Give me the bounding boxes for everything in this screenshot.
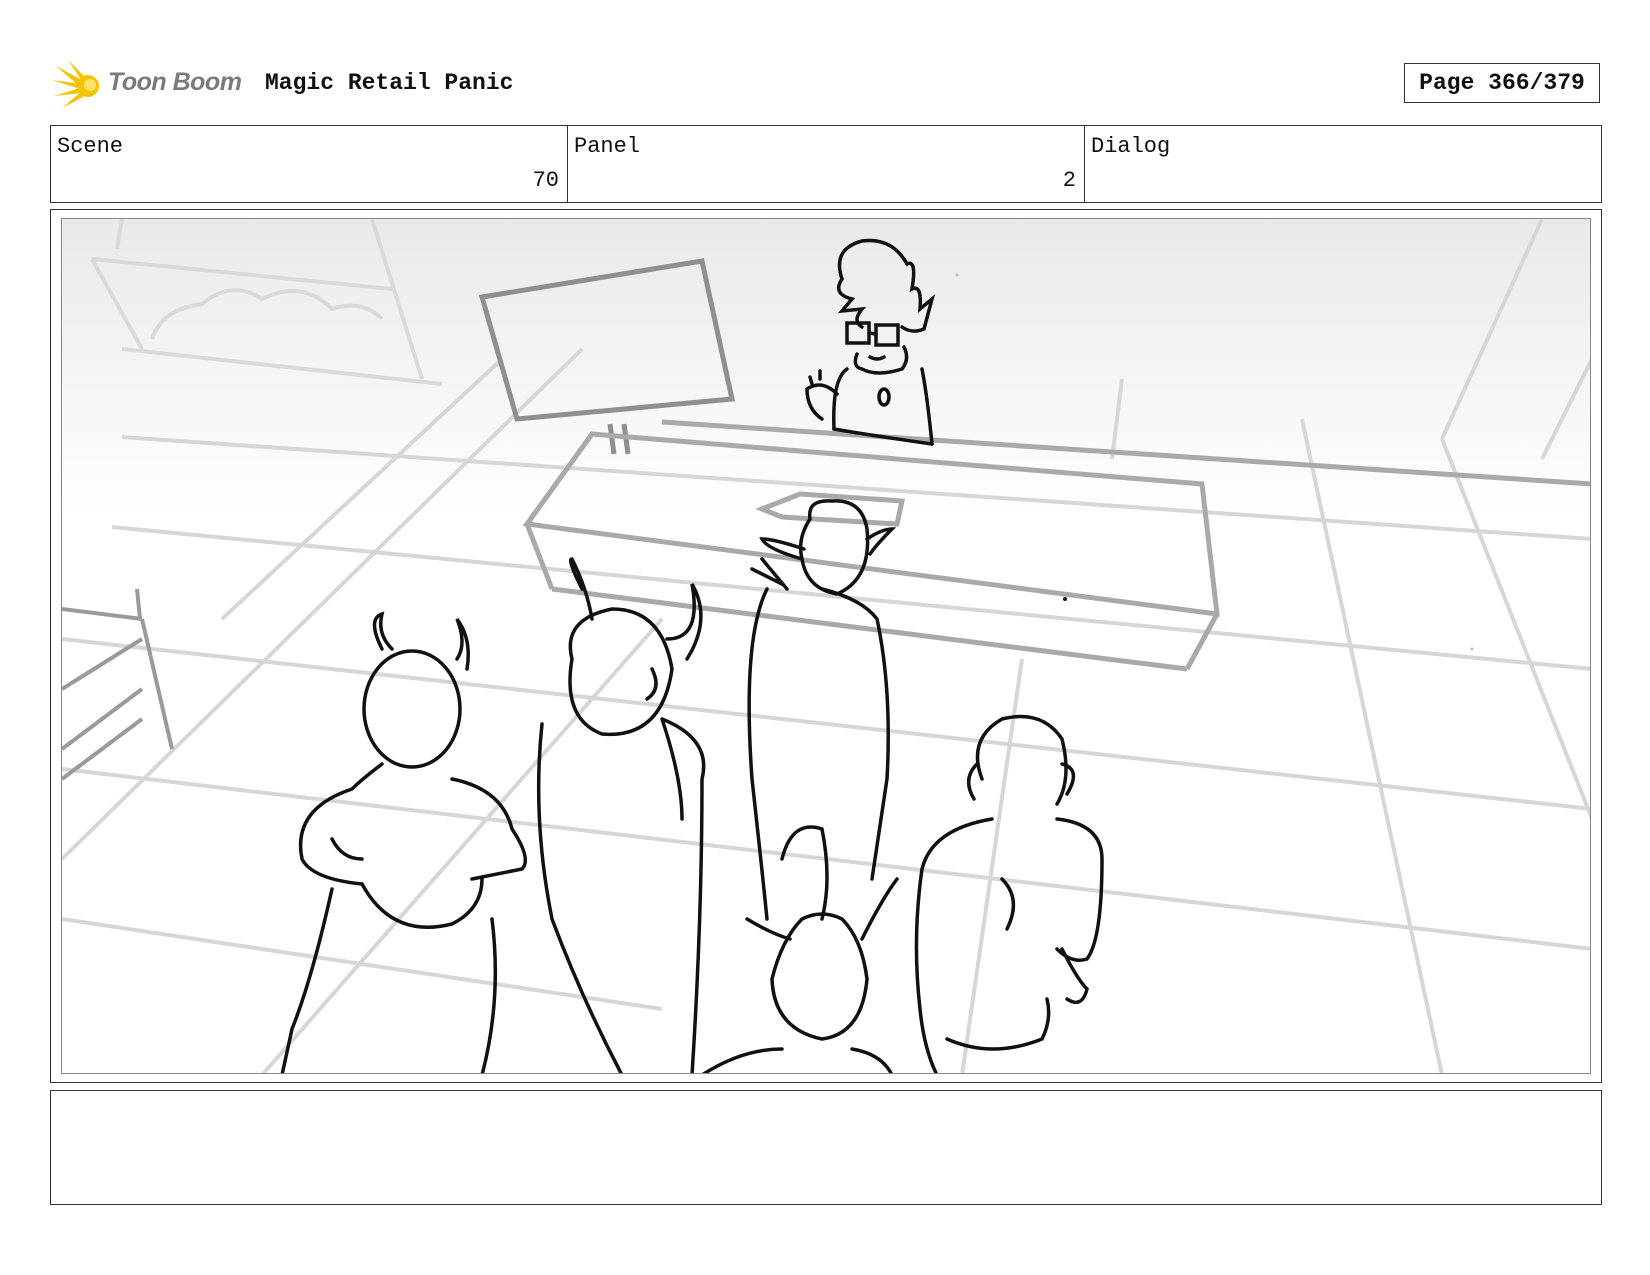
- panel-cell: Panel 2: [568, 126, 1085, 202]
- panel-artwork: [61, 218, 1591, 1074]
- dialog-label: Dialog: [1091, 134, 1171, 159]
- info-table: Scene 70 Panel 2 Dialog: [50, 125, 1602, 203]
- starburst-icon: [52, 60, 99, 108]
- action-notes-box: [50, 1090, 1602, 1205]
- scene-number: 70: [532, 168, 559, 193]
- scene-label: Scene: [57, 134, 124, 159]
- toon-boom-logo: Toon Boom: [52, 58, 252, 112]
- sketch-drawing: [62, 219, 1590, 1073]
- dialog-cell: Dialog: [1085, 126, 1601, 202]
- panel-number: 2: [1062, 168, 1076, 193]
- storyboard-panel: [50, 209, 1602, 1083]
- scene-cell: Scene 70: [51, 126, 568, 202]
- logo-wordmark: Toon Boom: [108, 68, 242, 96]
- page-counter: Page 366/379: [1404, 63, 1600, 103]
- project-title: Magic Retail Panic: [265, 70, 514, 96]
- panel-label: Panel: [574, 134, 641, 159]
